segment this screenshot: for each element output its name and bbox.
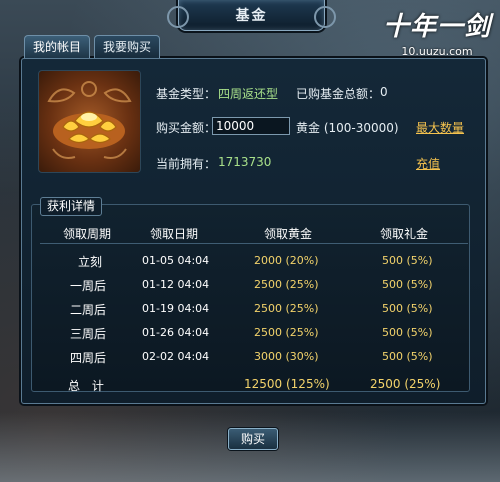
row-period: 二周后	[70, 303, 107, 317]
row-gift: 500 (5%)	[382, 350, 433, 363]
banner-ornament-right	[314, 6, 336, 28]
row-period: 三周后	[70, 327, 107, 341]
row-gift: 500 (5%)	[382, 302, 433, 315]
buy-amount-label: 购买金额：	[156, 121, 217, 135]
fund-type-label: 基金类型：	[156, 87, 217, 101]
gold-ingot-icon	[38, 70, 141, 173]
recharge-link[interactable]: 充值	[416, 155, 440, 172]
purchased-total-label: 已购基金总额：	[296, 87, 381, 101]
profit-details-label: 获利详情	[40, 197, 103, 216]
fund-type-value: 四周返还型	[218, 87, 279, 101]
max-quantity-link[interactable]: 最大数量	[416, 119, 464, 136]
window-title-banner: 基金	[167, 0, 336, 31]
row-date: 01-26 04:04	[142, 326, 210, 339]
row-gift: 500 (5%)	[382, 278, 433, 291]
gold-range-text: 黄金 (100-30000)	[296, 121, 399, 135]
total-gold: 12500 (125%)	[244, 377, 330, 391]
total-gift: 2500 (25%)	[370, 377, 441, 391]
header-date: 领取日期	[150, 227, 199, 241]
banner-ornament-left	[167, 6, 189, 28]
window-title: 基金	[235, 8, 268, 24]
row-period: 四周后	[70, 351, 107, 365]
buy-amount-input[interactable]	[212, 117, 290, 135]
row-gold: 3000 (30%)	[254, 350, 319, 363]
tab-bar: 我的帐目 我要购买	[24, 35, 161, 58]
logo-url: 10.uuzu.com	[401, 45, 473, 58]
total-label: 总 计	[68, 379, 108, 393]
row-date: 01-12 04:04	[142, 278, 210, 291]
row-date: 02-02 04:04	[142, 350, 210, 363]
row-gold: 2500 (25%)	[254, 302, 319, 315]
header-gold: 领取黄金	[264, 227, 313, 241]
current-holdings-label: 当前拥有：	[156, 157, 217, 171]
current-holdings-value: 1713730	[218, 155, 272, 169]
row-period: 立刻	[78, 255, 103, 269]
row-date: 01-19 04:04	[142, 302, 210, 315]
row-gold: 2500 (25%)	[254, 278, 319, 291]
buy-button[interactable]: 购买	[228, 428, 278, 450]
tab-my-account[interactable]: 我的帐目	[24, 35, 91, 58]
fund-info-panel: 基金类型： 四周返还型 已购基金总额： 0 购买金额： 黄金 (100-3000…	[30, 66, 483, 178]
row-date: 01-05 04:04	[142, 254, 210, 267]
row-gold: 2500 (25%)	[254, 326, 319, 339]
row-gift: 500 (5%)	[382, 254, 433, 267]
logo-mark: 十年一剑	[382, 12, 491, 42]
tab-buy[interactable]: 我要购买	[94, 35, 161, 58]
row-period: 一周后	[70, 279, 107, 293]
header-divider	[40, 243, 468, 244]
row-gold: 2000 (20%)	[254, 254, 319, 267]
header-period: 领取周期	[63, 227, 112, 241]
purchased-total-value: 0	[380, 85, 388, 99]
row-gift: 500 (5%)	[382, 326, 433, 339]
header-gift: 领取礼金	[380, 227, 429, 241]
